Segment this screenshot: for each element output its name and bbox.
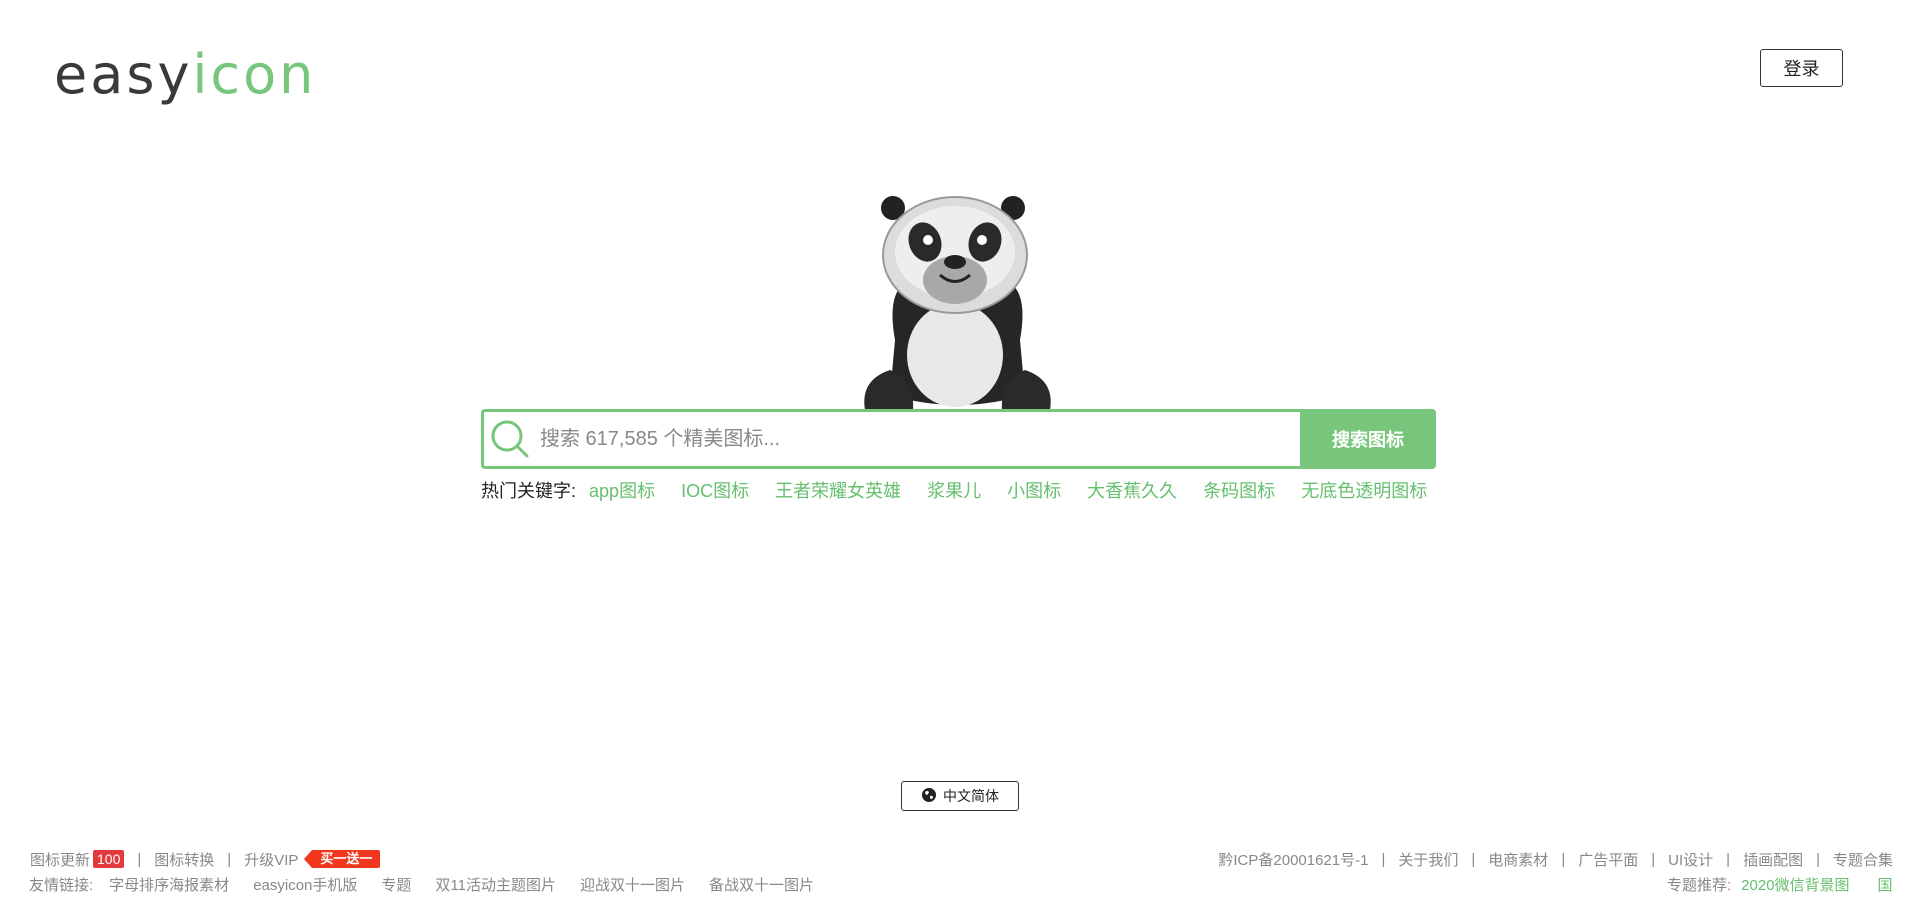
hot-keyword-link[interactable]: 条码图标 [1203,481,1275,501]
login-button[interactable]: 登录 [1760,49,1843,87]
search-button[interactable]: 搜索图标 [1300,409,1436,469]
topic-link[interactable]: 2020微信背景图 [1741,874,1849,894]
topics-link[interactable]: 专题合集 [1833,849,1893,870]
ad-link[interactable]: 广告平面 [1578,849,1638,870]
upgrade-vip-link[interactable]: 升级VIP [244,849,298,870]
footer-nav-left: 图标更新 100 | 图标转换 | 升级VIP 买一送一 [30,849,381,870]
hot-keywords: 热门关键字: app图标 IOC图标 王者荣耀女英雄 浆果儿 小图标 大香蕉久久… [481,478,1437,504]
ui-design-link[interactable]: UI设计 [1668,849,1713,870]
language-selector[interactable]: 中文简体 [901,781,1019,811]
search-icon [484,412,536,466]
search-input[interactable] [536,412,1300,466]
friend-link[interactable]: 迎战双十一图片 [580,874,685,895]
about-link[interactable]: 关于我们 [1398,849,1458,870]
globe-icon [921,787,937,806]
hot-keyword-link[interactable]: IOC图标 [681,481,749,501]
icon-update-link[interactable]: 图标更新 [30,849,90,870]
friend-link[interactable]: 备战双十一图片 [709,874,814,895]
topic-link[interactable]: 国 [1878,874,1893,894]
hot-keyword-link[interactable]: 无底色透明图标 [1301,481,1427,501]
logo-text-easy: easy [54,43,193,106]
easyicon-logo[interactable]: easyicon [54,30,316,102]
icon-convert-link[interactable]: 图标转换 [154,849,214,870]
hot-keyword-link[interactable]: 浆果儿 [927,481,981,501]
search-box: 搜索图标 [481,409,1436,469]
logo-text-icon: icon [192,43,317,106]
hot-keyword-link[interactable]: 小图标 [1007,481,1061,501]
hot-keywords-label: 热门关键字: [481,481,577,501]
illustration-link[interactable]: 插画配图 [1743,849,1803,870]
language-label: 中文简体 [943,788,999,804]
hot-keyword-link[interactable]: 大香蕉久久 [1087,481,1177,501]
icp-link[interactable]: 黔ICP备20001621号-1 [1218,849,1368,870]
friend-link[interactable]: 字母排序海报素材 [109,874,229,895]
friend-link[interactable]: easyicon手机版 [253,874,357,895]
hot-keyword-link[interactable]: app图标 [589,481,655,501]
footer-nav-right: 黔ICP备20001621号-1 | 关于我们 | 电商素材 | 广告平面 | … [1218,849,1893,870]
friend-link[interactable]: 专题 [381,874,411,895]
friend-link[interactable]: 双11活动主题图片 [435,874,556,895]
friend-links: 友情链接: 字母排序海报素材 easyicon手机版 专题 双11活动主题图片 … [29,874,838,894]
panda-mascot [864,196,1051,410]
topic-label: 专题推荐: [1667,876,1732,894]
friend-links-label: 友情链接: [29,876,94,894]
ecommerce-link[interactable]: 电商素材 [1488,849,1548,870]
hot-keyword-link[interactable]: 王者荣耀女英雄 [775,481,901,501]
promo-badge: 买一送一 [304,850,381,868]
topic-recommend: 专题推荐: 2020微信背景图 国 [1667,874,1905,894]
update-count-badge: 100 [93,850,125,868]
